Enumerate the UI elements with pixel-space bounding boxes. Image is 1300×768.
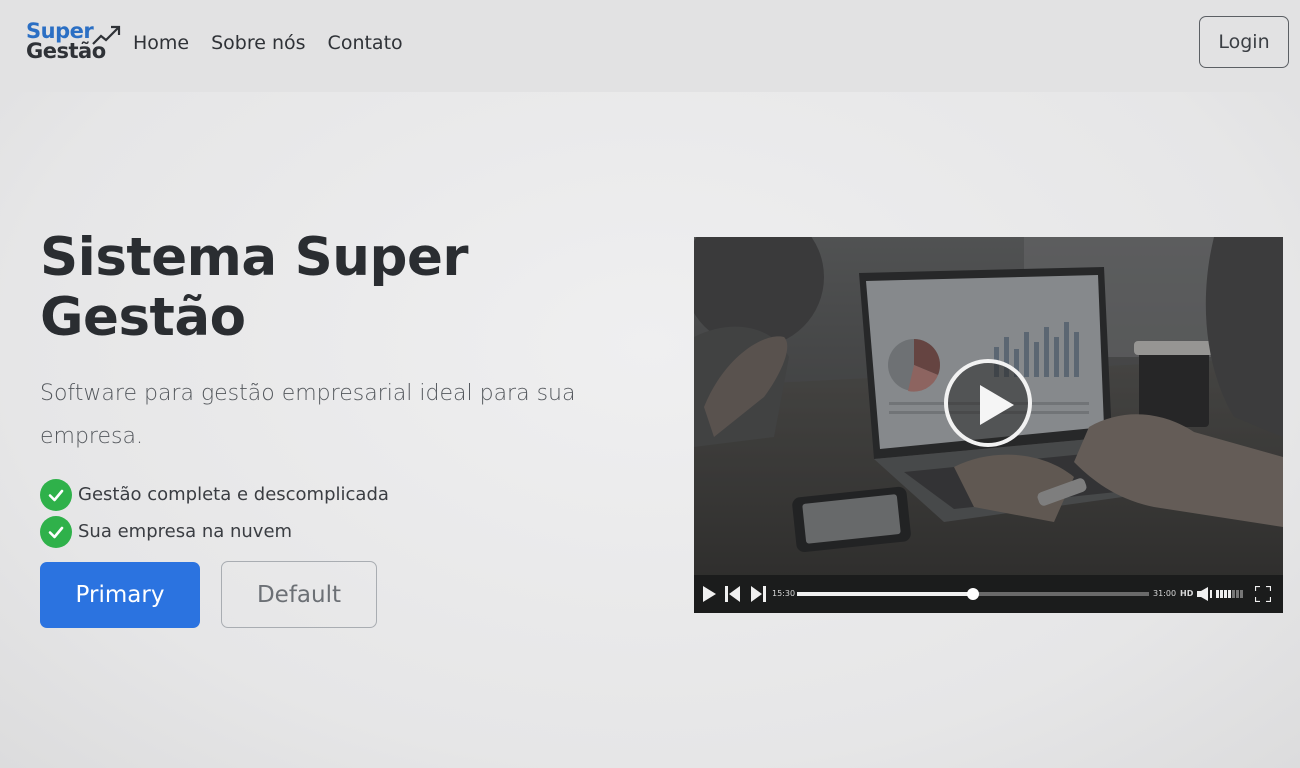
quality-badge[interactable]: HD (1180, 589, 1193, 598)
volume-level-bar (1240, 590, 1243, 598)
brand-logo[interactable]: Super Gestão (26, 20, 126, 66)
volume-slider[interactable] (1216, 588, 1246, 600)
nav-link-home[interactable]: Home (133, 30, 189, 56)
volume-icon[interactable] (1197, 587, 1213, 601)
seek-bar[interactable] (797, 588, 1149, 600)
feature-item: Gestão completa e descomplicada (40, 476, 389, 513)
check-circle-icon (40, 478, 72, 511)
seek-progress (797, 592, 973, 596)
check-circle-icon (40, 515, 72, 548)
next-icon[interactable] (751, 586, 766, 602)
brand-line-2: Gestão (26, 39, 106, 63)
play-icon[interactable] (702, 586, 716, 602)
feature-item: Sua empresa na nuvem (40, 513, 389, 550)
play-overlay-button[interactable] (944, 359, 1032, 447)
feature-text: Sua empresa na nuvem (78, 521, 293, 542)
previous-icon[interactable] (725, 586, 740, 602)
hero-title: Sistema Super Gestão (40, 227, 469, 348)
fullscreen-icon[interactable] (1255, 586, 1271, 602)
feature-text: Gestão completa e descomplicada (78, 484, 389, 505)
default-button[interactable]: Default (221, 561, 377, 628)
feature-list: Gestão completa e descomplicada Sua empr… (40, 476, 389, 550)
volume-level-bar (1224, 590, 1227, 598)
volume-level-bar (1220, 590, 1223, 598)
primary-button[interactable]: Primary (40, 562, 200, 628)
navbar: Super Gestão Home Sobre nós Contato Logi… (0, 0, 1300, 92)
hero-subtitle: Software para gestão empresarial ideal p… (40, 381, 576, 449)
duration-time: 31:00 (1153, 589, 1177, 598)
nav-link-contato[interactable]: Contato (328, 30, 403, 56)
video-player[interactable]: 15:30 31:00 HD (694, 237, 1283, 613)
current-time: 15:30 (772, 589, 796, 598)
login-button[interactable]: Login (1199, 16, 1289, 68)
volume-level-bar (1232, 590, 1235, 598)
video-controls: 15:30 31:00 HD (694, 575, 1283, 613)
volume-level-bar (1236, 590, 1239, 598)
seek-handle[interactable] (967, 588, 979, 600)
volume-level-bar (1228, 590, 1231, 598)
volume-level-bar (1216, 590, 1219, 598)
main-nav: Home Sobre nós Contato (133, 30, 403, 56)
nav-link-sobre-nos[interactable]: Sobre nós (211, 30, 305, 56)
